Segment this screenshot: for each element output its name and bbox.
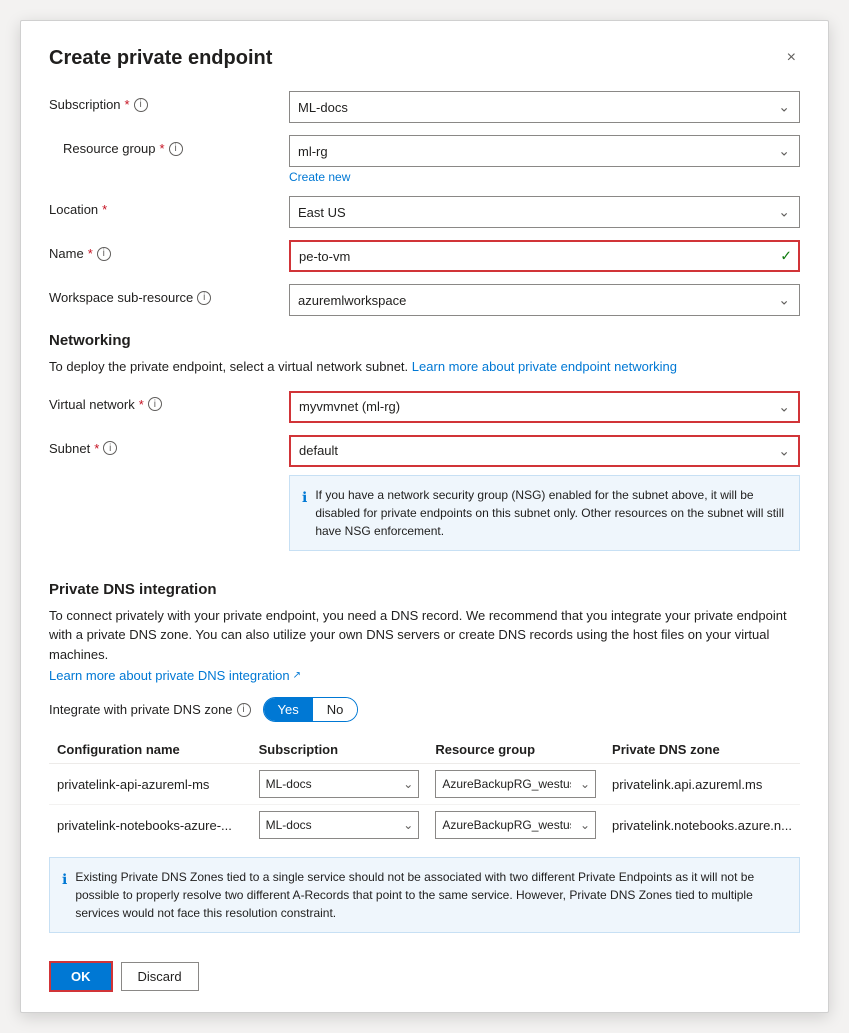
subscription-required: * bbox=[125, 97, 130, 112]
dns-config-name: privatelink-notebooks-azure-... bbox=[49, 805, 251, 846]
subscription-select[interactable]: ML-docs bbox=[289, 91, 800, 123]
dialog-title: Create private endpoint bbox=[49, 47, 272, 70]
subscription-select-wrapper: ML-docs bbox=[289, 91, 800, 123]
name-input[interactable] bbox=[289, 240, 800, 272]
location-required: * bbox=[102, 202, 107, 217]
virtual-network-select-wrapper: myvmvnet (ml-rg) bbox=[289, 391, 800, 423]
subnet-row: Subnet * i default ℹ If you have a netwo… bbox=[49, 435, 800, 561]
private-dns-description: To connect privately with your private e… bbox=[49, 606, 800, 665]
dns-table-header-row: Configuration name Subscription Resource… bbox=[49, 736, 800, 764]
dns-table: Configuration name Subscription Resource… bbox=[49, 736, 800, 845]
workspace-sub-resource-row: Workspace sub-resource i azuremlworkspac… bbox=[49, 284, 800, 316]
dns-zone-value: privatelink.api.azureml.ms bbox=[604, 764, 800, 805]
discard-button[interactable]: Discard bbox=[121, 962, 199, 991]
resource-group-required: * bbox=[160, 141, 165, 156]
name-check-icon: ✓ bbox=[780, 248, 792, 265]
resource-group-control: ml-rg Create new bbox=[289, 135, 800, 184]
subnet-info-icon[interactable]: i bbox=[103, 441, 117, 455]
col-header-private-dns-zone: Private DNS zone bbox=[604, 736, 800, 764]
subnet-control: default ℹ If you have a network security… bbox=[289, 435, 800, 561]
subscription-control: ML-docs bbox=[289, 91, 800, 123]
create-new-link[interactable]: Create new bbox=[289, 170, 800, 184]
workspace-sub-resource-control: azuremlworkspace bbox=[289, 284, 800, 316]
nsg-info-box: ℹ If you have a network security group (… bbox=[289, 475, 800, 551]
location-label: Location * bbox=[49, 196, 289, 217]
subnet-select-wrapper: default bbox=[289, 435, 800, 467]
private-dns-learn-more-link[interactable]: Learn more about private DNS integration… bbox=[49, 668, 301, 683]
virtual-network-info-icon[interactable]: i bbox=[148, 397, 162, 411]
subscription-info-icon[interactable]: i bbox=[134, 98, 148, 112]
dns-resource-group-select[interactable]: AzureBackupRG_westus_1 bbox=[435, 770, 596, 798]
dns-config-name: privatelink-api-azureml-ms bbox=[49, 764, 251, 805]
virtual-network-select[interactable]: myvmvnet (ml-rg) bbox=[289, 391, 800, 423]
subnet-required: * bbox=[94, 441, 99, 456]
col-header-resource-group: Resource group bbox=[427, 736, 604, 764]
networking-learn-more-link[interactable]: Learn more about private endpoint networ… bbox=[412, 359, 677, 374]
integrate-row: Integrate with private DNS zone i Yes No bbox=[49, 697, 800, 722]
dns-table-row: privatelink-api-azureml-ms ML-docs AzureBa… bbox=[49, 764, 800, 805]
location-select[interactable]: East US bbox=[289, 196, 800, 228]
location-row: Location * East US bbox=[49, 196, 800, 228]
dns-resource-group: AzureBackupRG_westus_1 bbox=[427, 805, 604, 846]
subscription-row: Subscription * i ML-docs bbox=[49, 91, 800, 123]
virtual-network-row: Virtual network * i myvmvnet (ml-rg) bbox=[49, 391, 800, 423]
networking-description: To deploy the private endpoint, select a… bbox=[49, 357, 800, 377]
dns-zone-value: privatelink.notebooks.azure.n... bbox=[604, 805, 800, 846]
dns-table-body: privatelink-api-azureml-ms ML-docs AzureBa… bbox=[49, 764, 800, 846]
footer-buttons: OK Discard bbox=[49, 951, 800, 992]
dns-subscription-select[interactable]: ML-docs bbox=[259, 811, 420, 839]
name-row: Name * i ✓ bbox=[49, 240, 800, 272]
ok-button[interactable]: OK bbox=[49, 961, 113, 992]
col-header-subscription: Subscription bbox=[251, 736, 428, 764]
toggle-yes-button[interactable]: Yes bbox=[264, 698, 313, 721]
name-label: Name * i bbox=[49, 240, 289, 261]
location-control: East US bbox=[289, 196, 800, 228]
workspace-sub-resource-select-wrapper: azuremlworkspace bbox=[289, 284, 800, 316]
integrate-info-icon[interactable]: i bbox=[237, 703, 251, 717]
name-required: * bbox=[88, 246, 93, 261]
dialog-header: Create private endpoint × bbox=[49, 45, 800, 71]
subnet-label: Subnet * i bbox=[49, 435, 289, 456]
resource-group-info-icon[interactable]: i bbox=[169, 142, 183, 156]
dns-resource-group: AzureBackupRG_westus_1 bbox=[427, 764, 604, 805]
networking-section-title: Networking bbox=[49, 332, 800, 349]
virtual-network-control: myvmvnet (ml-rg) bbox=[289, 391, 800, 423]
workspace-sub-resource-info-icon[interactable]: i bbox=[197, 291, 211, 305]
dns-table-header: Configuration name Subscription Resource… bbox=[49, 736, 800, 764]
subnet-select[interactable]: default bbox=[289, 435, 800, 467]
resource-group-select-wrapper: ml-rg bbox=[289, 135, 800, 167]
dns-resource-group-select[interactable]: AzureBackupRG_westus_1 bbox=[435, 811, 596, 839]
location-select-wrapper: East US bbox=[289, 196, 800, 228]
nsg-info-icon: ℹ bbox=[302, 487, 307, 540]
dns-table-row: privatelink-notebooks-azure-... ML-docs Az… bbox=[49, 805, 800, 846]
name-input-wrapper: ✓ bbox=[289, 240, 800, 272]
resource-group-label: Resource group * i bbox=[49, 135, 289, 156]
resource-group-row: Resource group * i ml-rg Create new bbox=[49, 135, 800, 184]
create-private-endpoint-dialog: Create private endpoint × Subscription *… bbox=[20, 20, 829, 1013]
subscription-label: Subscription * i bbox=[49, 91, 289, 112]
integrate-toggle-group: Yes No bbox=[263, 697, 359, 722]
virtual-network-label: Virtual network * i bbox=[49, 391, 289, 412]
toggle-no-button[interactable]: No bbox=[313, 698, 358, 721]
name-control: ✓ bbox=[289, 240, 800, 272]
workspace-sub-resource-select[interactable]: azuremlworkspace bbox=[289, 284, 800, 316]
name-info-icon[interactable]: i bbox=[97, 247, 111, 261]
dns-subscription: ML-docs bbox=[251, 805, 428, 846]
private-dns-section-title: Private DNS integration bbox=[49, 581, 800, 598]
resource-group-select[interactable]: ml-rg bbox=[289, 135, 800, 167]
warning-box: ℹ Existing Private DNS Zones tied to a s… bbox=[49, 857, 800, 933]
workspace-sub-resource-label: Workspace sub-resource i bbox=[49, 284, 289, 305]
external-link-icon: ↗ bbox=[293, 670, 301, 681]
close-button[interactable]: × bbox=[783, 45, 800, 71]
integrate-label: Integrate with private DNS zone i bbox=[49, 702, 251, 717]
col-header-config-name: Configuration name bbox=[49, 736, 251, 764]
dns-subscription: ML-docs bbox=[251, 764, 428, 805]
virtual-network-required: * bbox=[139, 397, 144, 412]
warning-info-icon: ℹ bbox=[62, 869, 67, 922]
dns-subscription-select[interactable]: ML-docs bbox=[259, 770, 420, 798]
